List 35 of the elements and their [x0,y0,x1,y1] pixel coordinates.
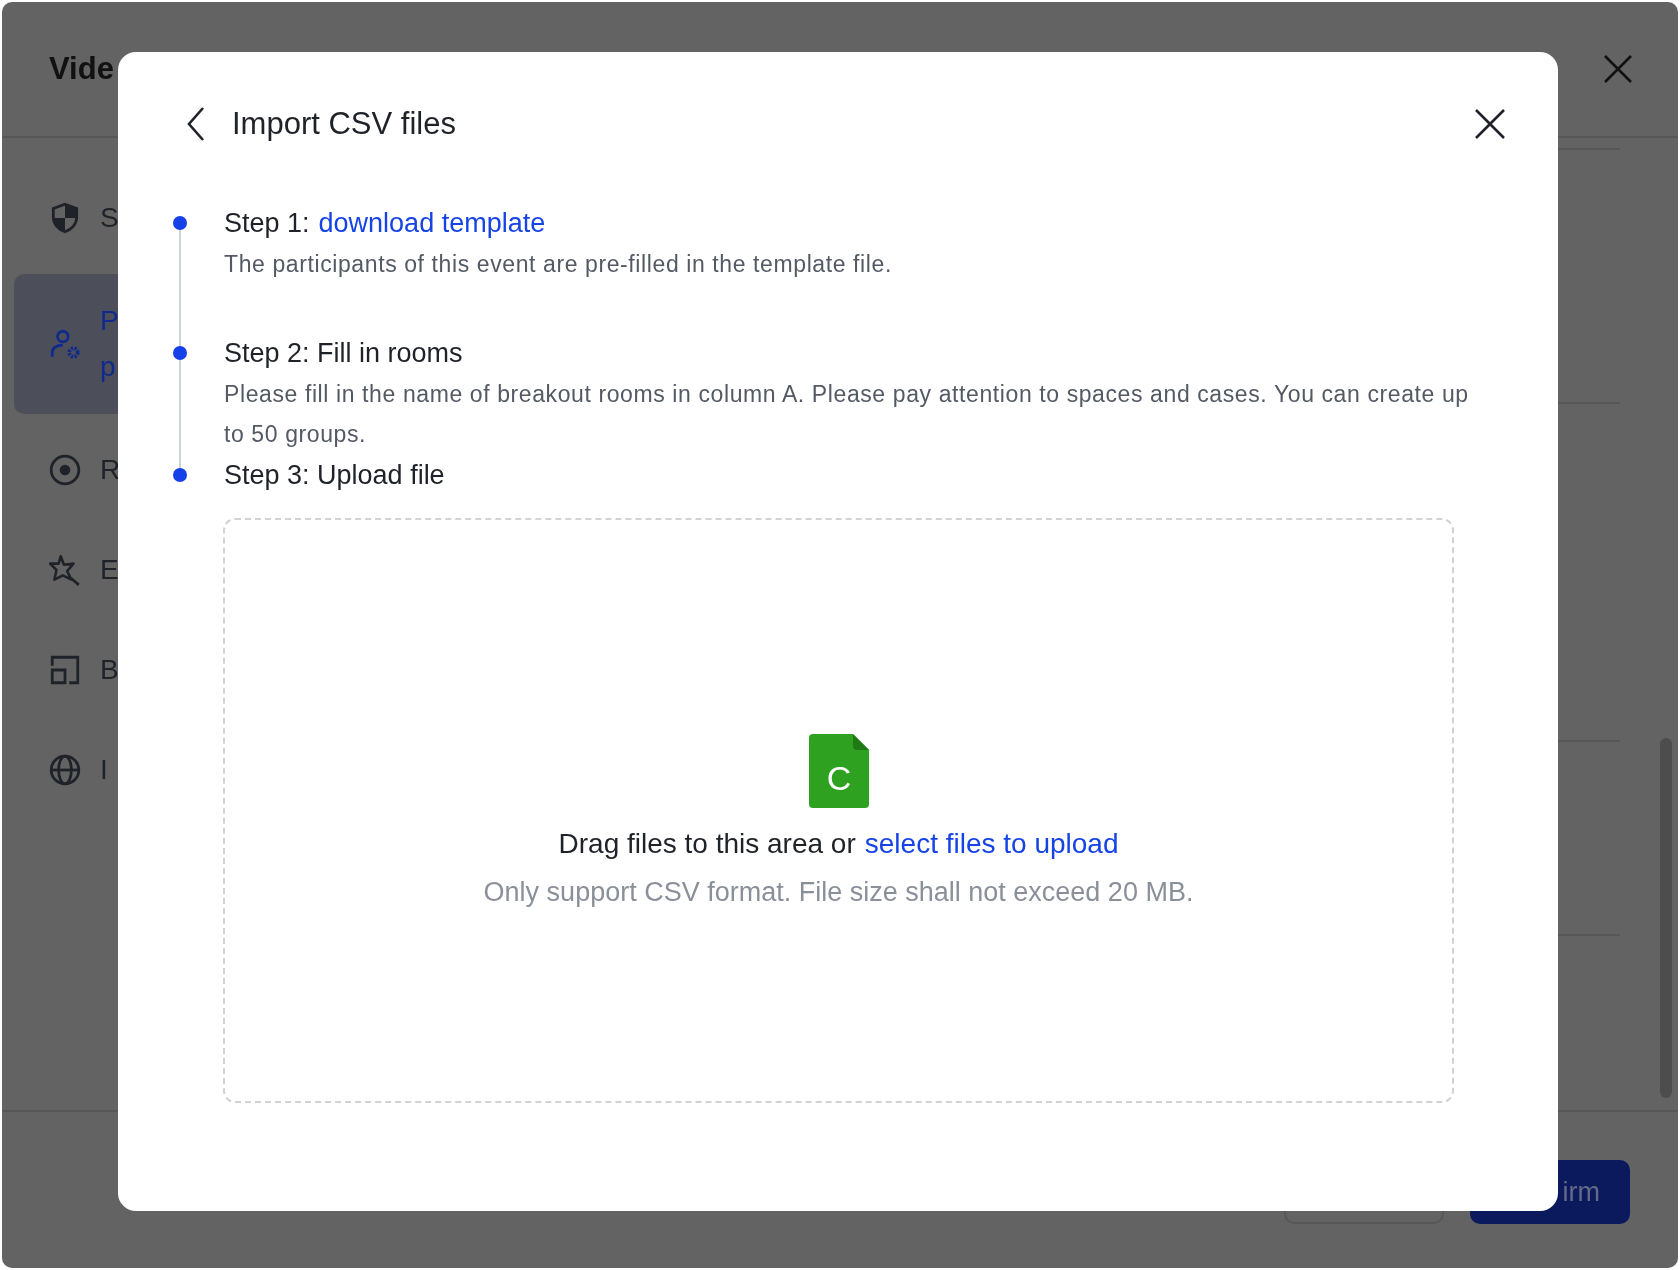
sidebar-item[interactable]: E [14,520,132,620]
back-icon[interactable] [186,106,206,142]
sidebar-label: R [100,454,121,486]
select-files-link[interactable]: select files to upload [864,827,1119,859]
step-dot [173,346,187,360]
layout-icon [48,653,82,687]
step-title: Step 3: Upload file [224,460,445,490]
sidebar-item[interactable]: I [14,720,132,820]
dialog-title: Import CSV files [232,106,457,142]
sidebar-item[interactable]: R [14,420,132,520]
sidebar-label: p [100,351,117,383]
step-description: The participants of this event are pre-filled in the template file. [224,250,893,279]
user-gear-icon [48,327,82,361]
step-dot [173,216,187,230]
sidebar-label: E [100,554,119,586]
window-title: Vide [49,51,114,87]
star-icon [48,553,82,587]
upload-dropzone[interactable]: C Drag files to this area or select files to upload Only support CSV format. File size shall not exceed 20 MB. [223,518,1454,1103]
download-template-link[interactable]: download template [318,208,546,238]
csv-file-icon: C [808,733,869,808]
format-hint: Only support CSV format. File size shall not exceed 20 MB. [483,875,1194,909]
step-title: Step 1: [224,208,310,238]
globe-icon [48,753,82,787]
sidebar-label: S [100,202,119,234]
close-icon[interactable] [1474,108,1506,140]
sidebar-item[interactable]: S [14,168,132,268]
sidebar-label: B [100,654,119,686]
step-description: Please fill in the name of breakout rooms in column A. Please pay attention to spaces and cases. You can create up to 50 groups. [224,380,1470,449]
dropzone-text: Drag files to this area or [558,827,856,859]
sidebar-item[interactable]: B [14,620,132,720]
step-dot [173,468,187,482]
record-icon [48,453,82,487]
step-title: Step 2: Fill in rooms [224,338,463,368]
sidebar-label: P [100,305,119,337]
sidebar-label: I [100,754,108,786]
